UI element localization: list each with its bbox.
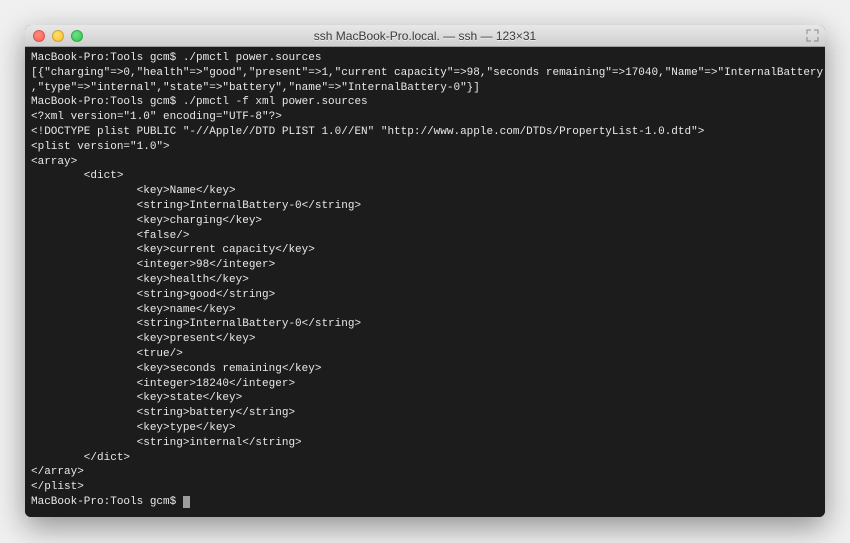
terminal-line: [{"charging"=>0,"health"=>"good","presen… [31, 66, 819, 81]
terminal-line: MacBook-Pro:Tools gcm$ ./pmctl -f xml po… [31, 95, 819, 110]
terminal-line: <key>current capacity</key> [31, 243, 819, 258]
titlebar[interactable]: ssh MacBook-Pro.local. — ssh — 123×31 [25, 25, 825, 47]
terminal-line: <key>health</key> [31, 273, 819, 288]
terminal-line: <string>good</string> [31, 288, 819, 303]
terminal-line: MacBook-Pro:Tools gcm$ ./pmctl power.sou… [31, 51, 819, 66]
terminal-line: </plist> [31, 480, 819, 495]
cursor [183, 496, 190, 508]
terminal-line: <false/> [31, 229, 819, 244]
terminal-line: <integer>98</integer> [31, 258, 819, 273]
terminal-line: <?xml version="1.0" encoding="UTF-8"?> [31, 110, 819, 125]
terminal-line: <key>name</key> [31, 303, 819, 318]
window-title: ssh MacBook-Pro.local. — ssh — 123×31 [25, 29, 825, 43]
terminal-body[interactable]: MacBook-Pro:Tools gcm$ ./pmctl power.sou… [25, 47, 825, 517]
terminal-window: ssh MacBook-Pro.local. — ssh — 123×31 Ma… [25, 25, 825, 517]
terminal-line: <array> [31, 155, 819, 170]
terminal-line: <string>battery</string> [31, 406, 819, 421]
terminal-line: <dict> [31, 169, 819, 184]
terminal-line: <string>internal</string> [31, 436, 819, 451]
close-icon[interactable] [33, 30, 45, 42]
terminal-line: MacBook-Pro:Tools gcm$ [31, 495, 819, 510]
terminal-line: <key>seconds remaining</key> [31, 362, 819, 377]
minimize-icon[interactable] [52, 30, 64, 42]
terminal-line: ,"type"=>"internal","state"=>"battery","… [31, 81, 819, 96]
terminal-line: <key>charging</key> [31, 214, 819, 229]
terminal-line: <key>present</key> [31, 332, 819, 347]
terminal-line: <plist version="1.0"> [31, 140, 819, 155]
terminal-line: <key>type</key> [31, 421, 819, 436]
terminal-line: <string>InternalBattery-0</string> [31, 317, 819, 332]
terminal-line: <integer>18240</integer> [31, 377, 819, 392]
terminal-line: <key>Name</key> [31, 184, 819, 199]
terminal-line: <true/> [31, 347, 819, 362]
traffic-lights [33, 30, 83, 42]
terminal-line: </array> [31, 465, 819, 480]
terminal-line: <key>state</key> [31, 391, 819, 406]
terminal-line: <!DOCTYPE plist PUBLIC "-//Apple//DTD PL… [31, 125, 819, 140]
zoom-icon[interactable] [71, 30, 83, 42]
fullscreen-icon[interactable] [806, 29, 819, 42]
terminal-line: </dict> [31, 451, 819, 466]
terminal-line: <string>InternalBattery-0</string> [31, 199, 819, 214]
